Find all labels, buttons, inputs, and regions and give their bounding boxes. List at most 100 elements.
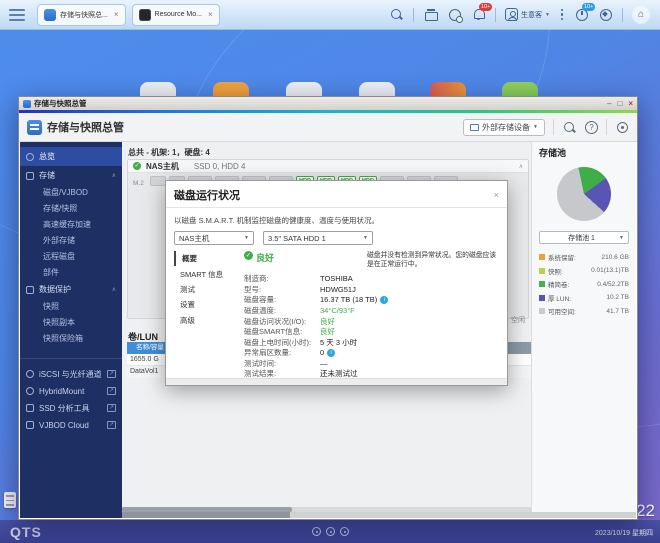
info-icon[interactable]: i [380,296,388,304]
chevron-down-icon: ▼ [363,235,368,241]
scrollbar-thumb[interactable] [122,512,290,518]
sidebar-item-storage-snapshots[interactable]: 存储/快照 [20,200,122,216]
ssd-tool-icon [26,404,34,412]
system-date: 2023/10/19 星期四 [595,528,653,538]
external-storage-button[interactable]: 外部存储设备 ▼ [463,119,545,136]
host-select[interactable]: NAS主机 ▼ [174,231,254,245]
legend-color-swatch [539,281,545,287]
sidebar-item-snapshot[interactable]: 快照 [20,298,122,314]
dashboard-icon[interactable] [598,7,613,22]
dialog-menu: 概要 SMART 信息 测试 设置 高级 [166,251,244,379]
sidebar-item-ssd-analysis[interactable]: SSD 分析工具 ↗ [20,399,122,417]
collapse-icon[interactable]: ∧ [519,163,523,170]
sidebar-item-components[interactable]: 部件 [20,264,122,280]
desktop-switch-icon[interactable] [312,527,321,536]
main-menu-icon[interactable] [9,9,25,21]
dialog-description: 以磁盘 S.M.A.R.T. 机制监控磁盘的健康度、温度与使用状况。 [174,215,499,226]
device-icon [470,124,479,131]
storage-app-icon [23,100,31,108]
minimize-button[interactable]: – [607,99,611,108]
pool-selector[interactable]: 存储池 1 ▼ [539,231,629,244]
menu-item-smart-info[interactable]: SMART 信息 [174,266,244,281]
sidebar-item-remote-disk[interactable]: 远程磁盘 [20,248,122,264]
sidebar-item-snapshot-replica[interactable]: 快照副本 [20,314,122,330]
divider [413,8,414,22]
window-titlebar[interactable]: 存储与快照总管 – □ × [19,97,637,110]
search-icon[interactable] [562,120,577,135]
sidebar-group-data-protection[interactable]: 数据保护 ∧ [20,280,122,298]
sidebar-item-disks-vjbod[interactable]: 磁盘/VJBOD [20,184,122,200]
tab-label: Resource Mo... [155,11,202,18]
taskbar-tab-resource-monitor[interactable]: Resource Mo... × [132,4,220,26]
menu-item-settings[interactable]: 设置 [174,297,244,312]
detail-row-model: 型号: HDWG51J [244,284,499,295]
close-tab-icon[interactable]: × [208,10,213,19]
task-progress-icon[interactable]: 10+ [574,7,589,22]
sidebar-item-external-storage[interactable]: 外部存储 [20,232,122,248]
close-button[interactable]: × [628,99,633,108]
divider [495,8,496,22]
menu-item-summary[interactable]: 概要 [174,251,244,266]
window-scrollbar[interactable] [122,512,636,518]
healthy-check-icon: ✓ [244,251,253,260]
search-icon[interactable] [389,7,404,22]
storage-icon [26,172,34,180]
sidebar-item-overview[interactable]: 总览 [20,147,122,166]
external-link-icon: ↗ [107,387,116,395]
maximize-button[interactable]: □ [617,99,622,108]
notifications-icon[interactable]: 10+ [471,7,486,22]
desktop-switch-icon[interactable] [326,527,335,536]
hybridmount-icon [26,387,34,395]
bottom-bar: QTS 2023/10/19 星期四 [0,520,660,543]
detail-row-smart-info: 磁盘SMART信息: 良好 [244,326,499,337]
chevron-down-icon: ▼ [619,235,624,241]
window-title: 存储与快照总管 [34,98,87,109]
sidebar-item-iscsi[interactable]: iSCSI 与光纤通道 ↗ [20,365,122,383]
taskbar-tab-storage[interactable]: 存储与快照总... × [37,4,126,26]
totals-summary: 总共 - 机架: 1，硬盘: 4 [128,147,210,158]
show-desktop-icon[interactable]: ⌂ [632,6,650,24]
sidebar-item-cache-acceleration[interactable]: 高速缓存加速 [20,216,122,232]
divider [622,8,623,22]
chevron-down-icon: ▼ [545,12,550,18]
sidebar-group-storage[interactable]: 存储 ∧ [20,166,122,184]
desktop-switch-icon[interactable] [340,527,349,536]
sidebar-item-vjbod-cloud[interactable]: VJBOD Cloud ↗ [20,417,122,433]
task-badge: 10+ [582,3,595,11]
detail-row-bad-sectors: 异常扇区数量: 0 i [244,348,499,359]
chevron-up-icon: ∧ [112,286,116,293]
legend-item-free-space: 可用空间: 41.7 TB [539,306,629,316]
menu-item-advanced[interactable]: 高级 [174,313,244,328]
close-tab-icon[interactable]: × [114,10,119,19]
sidebar-item-hybridmount[interactable]: HybridMount ↗ [20,383,122,399]
nas-host-label: NAS主机 [146,161,179,172]
external-device-icon[interactable] [447,7,462,22]
iscsi-icon [26,370,34,378]
shield-icon [26,286,34,294]
disk-select[interactable]: 3.5" SATA HDD 1 ▼ [263,231,373,245]
sidebar-footer [20,512,122,518]
chevron-up-icon: ∧ [112,172,116,179]
background-tasks-icon[interactable] [423,7,438,22]
external-link-icon: ↗ [107,404,116,412]
close-icon[interactable]: × [494,190,499,200]
drive-slot[interactable] [150,176,166,186]
detail-row-power-on-hours: 磁盘上电时间(小时): 5 天 3 小时 [244,337,499,348]
user-avatar-icon [505,8,518,21]
user-menu[interactable]: 生意客 ▼ [505,8,550,21]
chevron-down-icon: ▼ [533,124,538,130]
more-options-icon[interactable] [559,9,565,21]
legend-item-thin-volume: 精简卷: 0.4/52.2TB [539,279,629,289]
notes-desktop-icon[interactable] [4,492,16,508]
tab-label: 存储与快照总... [60,10,108,20]
gear-icon[interactable] [615,120,629,134]
legend-color-swatch [539,295,545,301]
sidebar-item-snapshot-vault[interactable]: 快照保险箱 [20,330,122,346]
menu-item-test[interactable]: 测试 [174,282,244,297]
storage-app-icon [44,9,56,21]
overview-icon [26,153,34,161]
idle-slot-label: 空闲 [511,315,525,325]
help-icon[interactable]: ? [585,121,598,134]
health-status: 良好 [256,251,274,264]
info-icon[interactable]: i [327,349,335,357]
